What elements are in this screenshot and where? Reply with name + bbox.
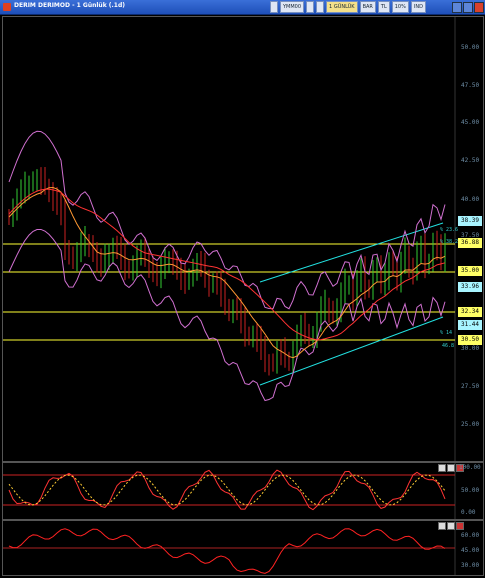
maximize-icon[interactable] <box>463 2 473 13</box>
currency-selector[interactable]: TL <box>377 1 390 13</box>
period-selector[interactable]: 1 GÜNLÜK <box>326 1 358 13</box>
stochastic-panel[interactable] <box>2 462 484 520</box>
fib-label-4: 46.8 <box>442 343 455 349</box>
osc1-axis-0: 0.00 <box>461 509 476 516</box>
app-icon <box>3 3 11 11</box>
bollinger-lower <box>8 228 446 402</box>
fib-label-3: % 14 <box>440 330 453 336</box>
osc2-axis-30: 30.00 <box>461 562 480 569</box>
price-axis-label: 50.00 <box>461 44 480 51</box>
momentum-chart[interactable] <box>3 521 483 575</box>
toolbar-controls: YMM00 1 GÜNLÜK BAR TL 10% IND <box>270 1 426 13</box>
momentum-panel[interactable] <box>2 520 484 576</box>
fib-label-2: % 38.2 <box>440 239 459 245</box>
price-marker-box: 35.00 <box>458 266 482 276</box>
price-axis-label: 40.00 <box>461 196 480 203</box>
osc1-axis-50: 50.00 <box>461 487 480 494</box>
momentum-line <box>8 528 446 574</box>
indicator-button[interactable]: IND <box>410 1 426 13</box>
symbol-box[interactable]: YMM00 <box>280 1 305 13</box>
osc2-buttons <box>438 522 464 530</box>
osc2-axis-45: 45.00 <box>461 547 480 554</box>
osc2-up-icon[interactable] <box>438 522 446 530</box>
stochastic-k-line <box>8 469 446 511</box>
price-marker-box: 38.39 <box>458 216 482 226</box>
osc2-axis-60: 60.00 <box>461 532 480 539</box>
price-axis-label: 27.50 <box>461 383 480 390</box>
osc2-close-icon[interactable] <box>456 522 464 530</box>
osc1-axis-100: 100.00 <box>459 464 481 471</box>
chart-type-selector[interactable]: BAR <box>359 1 376 13</box>
close-icon[interactable] <box>474 2 484 13</box>
price-marker-box: 31.44 <box>458 320 482 330</box>
stochastic-chart[interactable] <box>3 463 483 519</box>
price-axis-label: 30.00 <box>461 345 480 352</box>
toolbar-icon-3[interactable] <box>316 1 325 13</box>
osc1-up-icon[interactable] <box>438 464 446 472</box>
osc1-down-icon[interactable] <box>447 464 455 472</box>
minimize-icon[interactable] <box>452 2 462 13</box>
price-axis-label: 42.50 <box>461 157 480 164</box>
fib-label-1: % 23.6 <box>440 227 459 233</box>
price-axis-label: 45.00 <box>461 119 480 126</box>
price-marker-box: 33.96 <box>458 282 482 292</box>
toolbar-icon-2[interactable] <box>306 1 315 13</box>
price-marker-box: 32.34 <box>458 307 482 317</box>
moving-average-short <box>8 187 446 359</box>
price-axis-label: 25.00 <box>461 421 480 428</box>
price-axis-label: 47.50 <box>461 82 480 89</box>
price-chart[interactable] <box>3 17 483 461</box>
toolbar-icon-1[interactable] <box>270 1 278 13</box>
channel-lower-line <box>259 316 444 386</box>
scale-selector[interactable]: 10% <box>391 1 409 13</box>
window-title: DERIM DERIMOD - 1 Günlük (.1d) <box>14 2 126 9</box>
osc2-down-icon[interactable] <box>447 522 455 530</box>
price-marker-box: 36.88 <box>458 238 482 248</box>
title-bar: DERIM DERIMOD - 1 Günlük (.1d) YMM00 1 G… <box>0 0 485 15</box>
price-chart-panel[interactable] <box>2 16 484 462</box>
price-marker-box: 30.50 <box>458 335 482 345</box>
